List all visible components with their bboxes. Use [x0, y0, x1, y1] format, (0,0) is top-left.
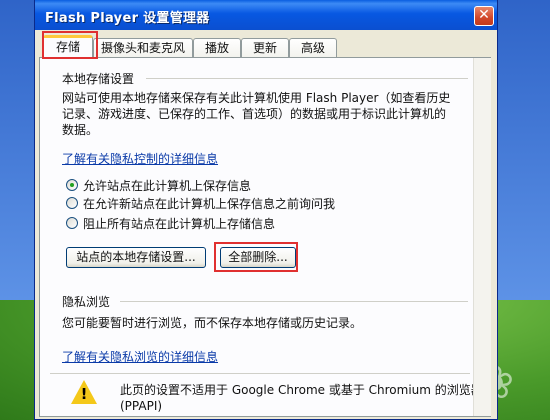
tab-bar: 存储 摄像头和麦克风 播放 更新 高级	[35, 32, 497, 59]
notice-line2: (PPAPI)	[120, 399, 163, 413]
highlight-storage-tab	[42, 31, 98, 59]
notice-line1: 此页的设置不适用于 Google Chrome 或基于 Chromium 的浏览…	[120, 383, 483, 397]
radio-allow-button[interactable]	[66, 179, 78, 191]
storage-description-line3: 数据。	[62, 123, 99, 137]
close-button[interactable]: ✕	[474, 6, 494, 26]
radio-allow-label: 允许站点在此计算机上保存信息	[83, 179, 252, 193]
divider	[50, 373, 470, 374]
tab-advanced[interactable]: 高级	[289, 38, 337, 57]
warning-exclamation: !	[80, 385, 88, 403]
tab-playback[interactable]: 播放	[193, 38, 241, 57]
radio-ask-button[interactable]	[66, 197, 78, 209]
tab-updates[interactable]: 更新	[241, 38, 289, 57]
radio-block-button[interactable]	[66, 217, 78, 229]
storage-panel: 本地存储设置 网站可使用本地存储来保存有关此计算机使用 Flash Player…	[39, 57, 491, 417]
privacy-controls-link[interactable]: 了解有关隐私控制的详细信息	[62, 150, 218, 167]
private-browsing-link[interactable]: 了解有关隐私浏览的详细信息	[62, 348, 218, 365]
site-storage-settings-button[interactable]: 站点的本地存储设置...	[66, 247, 206, 268]
radio-block-label: 阻止所有站点在此计算机上存储信息	[83, 217, 276, 231]
settings-window: Flash Player 设置管理器 ✕ 存储 摄像头和麦克风 播放 更新 高级…	[34, 0, 498, 420]
private-browsing-description: 您可能要暂时进行浏览，而不保存本地存储或历史记录。	[62, 316, 363, 330]
divider	[120, 301, 468, 302]
private-browsing-heading: 隐私浏览	[62, 295, 111, 309]
window-title: Flash Player 设置管理器	[45, 11, 210, 26]
highlight-delete-all	[214, 242, 298, 272]
tab-camera-mic[interactable]: 摄像头和麦克风	[93, 38, 193, 57]
close-icon: ✕	[478, 7, 490, 23]
storage-description-line1: 网站可使用本地存储来保存有关此计算机使用 Flash Player（如查看历史	[62, 91, 451, 105]
radio-block[interactable]: 阻止所有站点在此计算机上存储信息	[66, 215, 366, 231]
title-bar[interactable]: Flash Player 设置管理器 ✕	[35, 0, 497, 30]
divider	[146, 78, 468, 79]
storage-description-line2: 记录、游戏进度、已保存的工作、首选项）的数据或用于标识此计算机的	[62, 107, 447, 121]
radio-allow[interactable]: 允许站点在此计算机上保存信息	[66, 177, 366, 193]
local-storage-heading: 本地存储设置	[62, 72, 135, 86]
radio-ask-label: 在允许新站点在此计算机上保存信息之前询问我	[83, 197, 336, 211]
scrollbar[interactable]	[473, 58, 491, 416]
radio-ask[interactable]: 在允许新站点在此计算机上保存信息之前询问我	[66, 195, 386, 211]
